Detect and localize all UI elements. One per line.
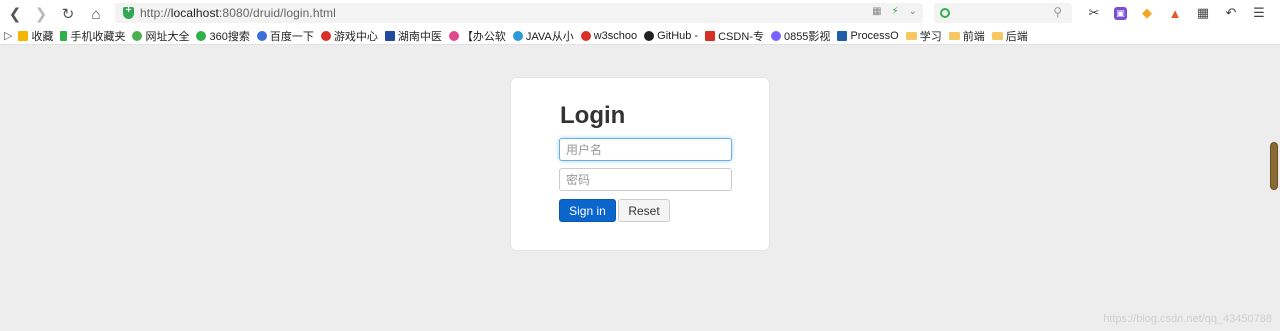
menu-icon[interactable]: ☰: [1251, 5, 1267, 21]
back-icon[interactable]: ❮: [4, 3, 26, 25]
bookmark-label: GitHub -: [657, 29, 699, 42]
game-icon: [320, 30, 331, 41]
username-input[interactable]: [559, 138, 732, 161]
shield-extension-icon[interactable]: ◆: [1139, 5, 1155, 21]
bookmark-java[interactable]: JAVA从小: [512, 28, 574, 44]
school-icon: [384, 30, 395, 41]
bookmark-label: ProcessO: [850, 29, 899, 42]
bookmarks-bar: ▷ 收藏 手机收藏夹 网址大全 360搜索 百度一下 游戏中心 湖南中医 【办公…: [0, 27, 1280, 45]
folder-icon: [991, 31, 1003, 40]
reset-button[interactable]: Reset: [618, 199, 670, 222]
bookmark-sites[interactable]: 网址大全: [132, 28, 189, 44]
bookmark-mobile[interactable]: 手机收藏夹: [60, 28, 125, 44]
dropdown-chevron-icon[interactable]: ⌄: [909, 6, 917, 17]
password-input[interactable]: [559, 168, 732, 191]
search-icon[interactable]: ⚲: [1053, 5, 1062, 19]
bookmark-label: 前端: [962, 30, 985, 43]
lightning-icon[interactable]: ⚡: [892, 6, 899, 17]
login-title: Login: [560, 102, 626, 129]
signin-button[interactable]: Sign in: [559, 199, 616, 222]
bookmark-w3school[interactable]: w3schoo: [580, 29, 638, 42]
url-host: localhost: [170, 6, 219, 20]
bookmark-folder-frontend[interactable]: 前端: [948, 28, 985, 44]
scissors-icon[interactable]: ✂: [1086, 5, 1102, 21]
video-icon: [770, 30, 781, 41]
bookmark-favorites[interactable]: 收藏: [18, 28, 53, 44]
bookmark-label: 收藏: [31, 30, 54, 43]
bookmark-games[interactable]: 游戏中心: [320, 28, 378, 44]
extension-icon[interactable]: ▣: [1114, 6, 1127, 20]
bookmark-0855[interactable]: 0855影视: [770, 28, 831, 44]
java-icon: [512, 30, 523, 41]
reload-icon[interactable]: ↻: [57, 3, 79, 25]
bookmark-label: 网址大全: [145, 30, 190, 43]
bookmark-label: CSDN-专: [718, 30, 764, 43]
star-icon: [18, 30, 29, 41]
url-scheme: http://: [140, 6, 171, 20]
processon-icon: [837, 30, 848, 41]
security-shield-icon: [123, 5, 134, 19]
apps-grid-icon[interactable]: ▦: [1195, 5, 1211, 21]
bookmark-label: 手机收藏夹: [70, 30, 126, 43]
search-engine-logo-icon: [940, 8, 950, 18]
bookmark-label: 湖南中医: [397, 30, 442, 43]
bookmark-folder-study[interactable]: 学习: [905, 28, 942, 44]
forward-icon[interactable]: ❯: [30, 3, 52, 25]
bookmark-label: 游戏中心: [333, 30, 378, 43]
page-content: Login Sign in Reset https://blog.csdn.ne…: [0, 45, 1280, 331]
watermark: https://blog.csdn.net/qq_43450788: [1103, 313, 1272, 325]
360-icon: [196, 30, 207, 41]
grid-icon[interactable]: ▦: [872, 6, 881, 17]
bookmark-hunan[interactable]: 湖南中医: [384, 28, 442, 44]
phone-icon: [60, 30, 68, 41]
bookmark-360search[interactable]: 360搜索: [196, 28, 250, 44]
folder-icon: [905, 31, 917, 40]
bookmark-label: 0855影视: [783, 30, 831, 43]
bookmark-label: 后端: [1005, 30, 1028, 43]
bookmark-label: 百度一下: [269, 30, 314, 43]
bookmark-label: 360搜索: [209, 30, 250, 43]
bookmark-baidu[interactable]: 百度一下: [256, 28, 314, 44]
folder-icon: [948, 31, 960, 40]
address-bar[interactable]: http://localhost:8080/druid/login.html ▦…: [115, 3, 923, 23]
bookmark-label: w3schoo: [593, 29, 638, 42]
bookmark-folder-backend[interactable]: 后端: [991, 28, 1028, 44]
bookmark-csdn[interactable]: CSDN-专: [705, 28, 764, 44]
bookmark-github[interactable]: GitHub -: [644, 30, 698, 42]
bookmark-processon[interactable]: ProcessO: [837, 29, 899, 42]
url-text[interactable]: http://localhost:8080/druid/login.html: [140, 6, 336, 20]
undo-icon[interactable]: ↶: [1223, 5, 1239, 21]
bookmark-label: JAVA从小: [525, 30, 574, 43]
login-card: Login Sign in Reset: [510, 77, 770, 251]
w3school-icon: [580, 30, 591, 41]
flower-icon: [448, 30, 459, 41]
game-extension-icon[interactable]: ▲: [1167, 5, 1183, 21]
baidu-icon: [256, 30, 267, 41]
browser-toolbar: ❮ ❯ ↻ ⌂ http://localhost:8080/druid/logi…: [0, 0, 1280, 27]
bookmark-office[interactable]: 【办公软: [448, 28, 506, 44]
url-path: :8080/druid/login.html: [218, 6, 336, 20]
home-icon[interactable]: ⌂: [85, 3, 107, 25]
scrollbar-handle[interactable]: [1270, 142, 1278, 190]
csdn-icon: [705, 30, 716, 41]
bookmarks-toggle-icon[interactable]: ▷: [4, 29, 12, 42]
search-input[interactable]: ⚲: [934, 3, 1072, 23]
github-icon: [644, 30, 655, 41]
bookmark-label: 【办公软: [461, 30, 506, 43]
bookmark-label: 学习: [919, 30, 942, 43]
site-icon: [132, 30, 143, 41]
